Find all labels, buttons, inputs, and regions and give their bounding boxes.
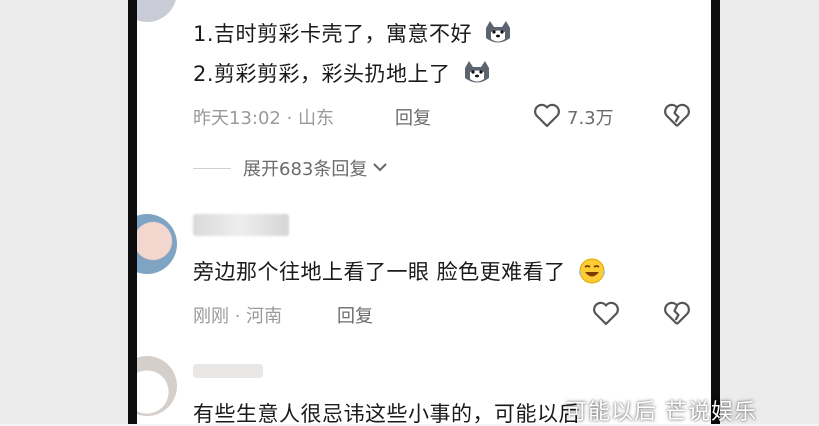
username-redacted (193, 364, 263, 378)
comment-text: 有些生意人很忌讳这些小事的，可能以后 (193, 402, 580, 424)
left-border (128, 0, 137, 424)
right-border (711, 0, 720, 424)
comment-item-3: 有些生意人很忌讳这些小事的，可能以后 (137, 0, 711, 424)
left-background (0, 0, 128, 424)
comment-text-line: 有些生意人很忌讳这些小事的，可能以后 (193, 398, 580, 424)
right-background (720, 0, 819, 424)
watermark: 可能以后 芒说娱乐 (565, 400, 757, 425)
avatar[interactable] (137, 356, 177, 416)
comment-panel: 1.吉时剪彩卡壳了，寓意不好 2.剪彩剪彩，彩头扔地上了 昨天13:02 · 山… (137, 0, 711, 424)
